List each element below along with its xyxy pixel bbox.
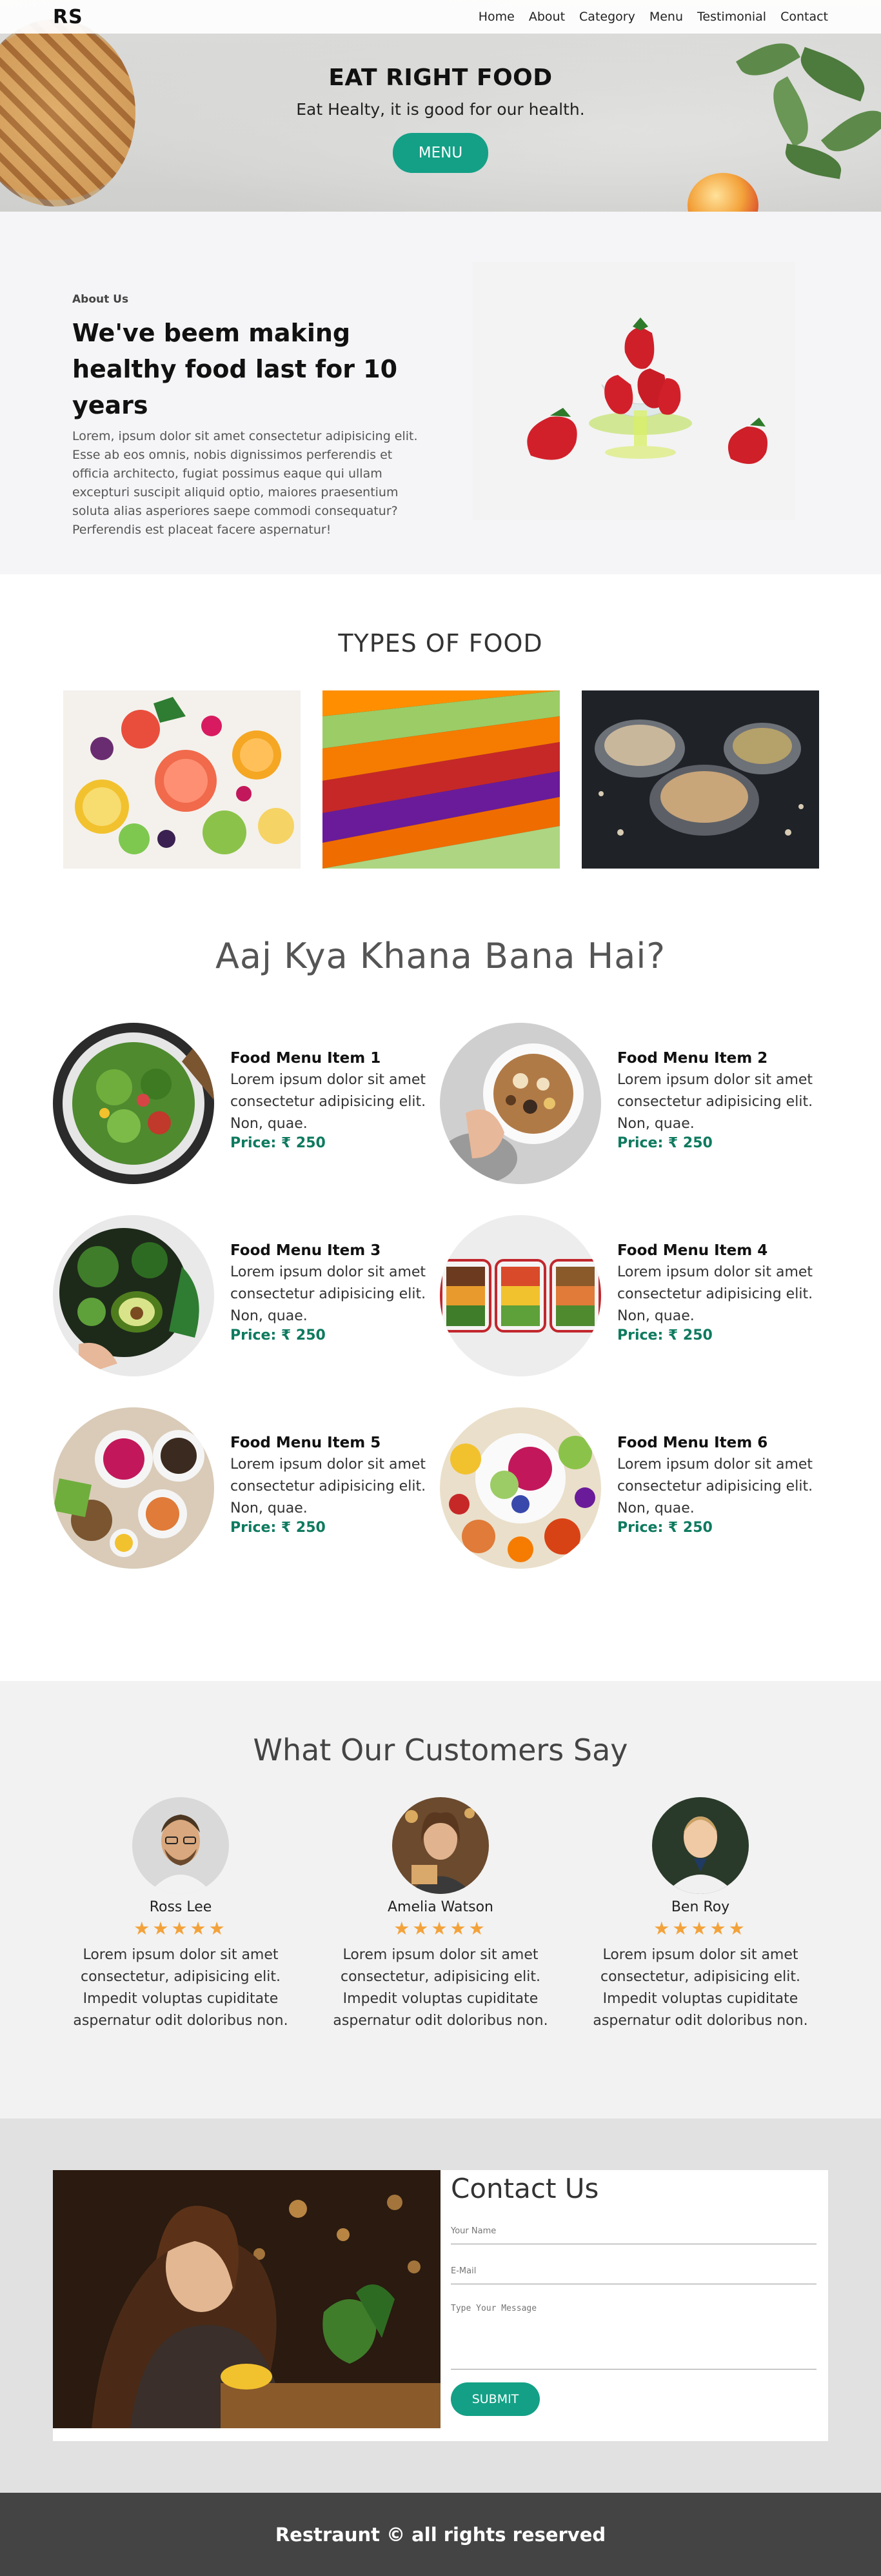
- avatar: [392, 1797, 489, 1894]
- menu-item-image: [53, 1407, 214, 1569]
- contact-card: Contact Us SUBMIT: [53, 2170, 828, 2441]
- types-section: TYPES OF FOOD: [0, 574, 881, 926]
- rating-stars: ★★★★★: [653, 1918, 747, 1939]
- top-navbar: RS Home About Category Menu Testimonial …: [0, 0, 881, 34]
- menu-item-price: Price: ₹ 250: [230, 1327, 326, 1343]
- nav-link-about[interactable]: About: [529, 10, 565, 24]
- menu-item-name: Food Menu Item 6: [617, 1434, 768, 1451]
- menu-item[interactable]: Food Menu Item 2 Lorem ipsum dolor sit a…: [440, 1023, 827, 1184]
- menu-item-image: [440, 1023, 601, 1184]
- message-field[interactable]: [451, 2299, 817, 2370]
- menu-item-info: Food Menu Item 6 Lorem ipsum dolor sit a…: [617, 1434, 824, 1536]
- testimonial-text: Lorem ipsum dolor sit amet consectetur, …: [333, 1947, 548, 2029]
- menu-item-image: [440, 1407, 601, 1569]
- nav-link-contact[interactable]: Contact: [780, 10, 828, 24]
- menu-item-name: Food Menu Item 2: [617, 1050, 768, 1067]
- menu-item-desc: Lorem ipsum dolor sit amet consectetur a…: [617, 1456, 813, 1516]
- testimonial-section: What Our Customers Say Ross Lee ★★★★★ Lo…: [0, 1681, 881, 2118]
- about-title: We've beem making healthy food last for …: [72, 319, 398, 419]
- vegetable-rows-image: [322, 690, 560, 869]
- contact-heading: Contact Us: [451, 2173, 599, 2204]
- about-text: About Us We've beem making healthy food …: [72, 293, 421, 539]
- testimonial-card: Ben Roy ★★★★★ Lorem ipsum dolor sit amet…: [584, 1797, 817, 2032]
- about-section: About Us We've beem making healthy food …: [0, 212, 881, 574]
- avatar: [652, 1797, 749, 1894]
- menu-item[interactable]: Food Menu Item 3 Lorem ipsum dolor sit a…: [53, 1215, 440, 1376]
- legumes-image: [582, 690, 819, 869]
- contact-section: Contact Us SUBMIT: [0, 2118, 881, 2493]
- footer-text: Restraunt © all rights reserved: [275, 2523, 606, 2546]
- about-body: Lorem, ipsum dolor sit amet consectetur …: [72, 429, 418, 537]
- menu-item-price: Price: ₹ 250: [230, 1520, 326, 1536]
- menu-item-info: Food Menu Item 5 Lorem ipsum dolor sit a…: [230, 1434, 437, 1536]
- menu-item-desc: Lorem ipsum dolor sit amet consectetur a…: [230, 1456, 426, 1516]
- hero-subtitle: Eat Healty, it is good for our health.: [296, 100, 585, 119]
- menu-item-name: Food Menu Item 1: [230, 1050, 381, 1067]
- menu-item[interactable]: Food Menu Item 5 Lorem ipsum dolor sit a…: [53, 1407, 440, 1569]
- testimonial-name: Amelia Watson: [387, 1899, 494, 1915]
- email-field[interactable]: [451, 2259, 817, 2284]
- nav-links: Home About Category Menu Testimonial Con…: [479, 10, 828, 24]
- contact-form: Contact Us SUBMIT: [440, 2170, 828, 2441]
- types-gallery: [63, 690, 819, 869]
- footer: Restraunt © all rights reserved: [0, 2493, 881, 2576]
- submit-button[interactable]: SUBMIT: [451, 2382, 540, 2416]
- avatar: [132, 1797, 229, 1894]
- menu-item-info: Food Menu Item 3 Lorem ipsum dolor sit a…: [230, 1242, 437, 1343]
- nav-link-menu[interactable]: Menu: [649, 10, 683, 24]
- menu-item-info: Food Menu Item 2 Lorem ipsum dolor sit a…: [617, 1050, 824, 1151]
- name-field[interactable]: [451, 2219, 817, 2244]
- menu-item[interactable]: Food Menu Item 6 Lorem ipsum dolor sit a…: [440, 1407, 827, 1569]
- menu-item-name: Food Menu Item 4: [617, 1242, 768, 1259]
- menu-item-image: [53, 1023, 214, 1184]
- menu-item[interactable]: Food Menu Item 1 Lorem ipsum dolor sit a…: [53, 1023, 440, 1184]
- menu-item[interactable]: Food Menu Item 4 Lorem ipsum dolor sit a…: [440, 1215, 827, 1376]
- menu-item-image: [440, 1215, 601, 1376]
- strawberry-image: [473, 262, 795, 520]
- menu-item-desc: Lorem ipsum dolor sit amet consectetur a…: [230, 1072, 426, 1132]
- menu-heading: Aaj Kya Khana Bana Hai?: [215, 936, 666, 976]
- testimonial-name: Ross Lee: [149, 1899, 212, 1915]
- nav-link-home[interactable]: Home: [479, 10, 515, 24]
- hero-content: EAT RIGHT FOOD Eat Healty, it is good fo…: [0, 65, 881, 173]
- testimonial-row: Ross Lee ★★★★★ Lorem ipsum dolor sit ame…: [64, 1797, 817, 2032]
- testimonial-text: Lorem ipsum dolor sit amet consectetur, …: [73, 1947, 288, 2029]
- logo[interactable]: RS: [53, 6, 83, 28]
- about-tag: About Us: [72, 293, 129, 306]
- rating-stars: ★★★★★: [393, 1918, 488, 1939]
- types-heading: TYPES OF FOOD: [338, 629, 543, 658]
- testimonial-heading: What Our Customers Say: [253, 1733, 628, 1767]
- menu-item-desc: Lorem ipsum dolor sit amet consectetur a…: [617, 1072, 813, 1132]
- nav-link-category[interactable]: Category: [579, 10, 635, 24]
- testimonial-card: Amelia Watson ★★★★★ Lorem ipsum dolor si…: [324, 1797, 557, 2032]
- menu-button[interactable]: MENU: [393, 133, 488, 173]
- testimonial-name: Ben Roy: [671, 1899, 730, 1915]
- hero-title: EAT RIGHT FOOD: [328, 65, 553, 91]
- menu-item-desc: Lorem ipsum dolor sit amet consectetur a…: [617, 1264, 813, 1324]
- menu-item-info: Food Menu Item 1 Lorem ipsum dolor sit a…: [230, 1050, 437, 1151]
- rating-stars: ★★★★★: [134, 1918, 228, 1939]
- nav-link-testimonial[interactable]: Testimonial: [697, 10, 766, 24]
- menu-item-name: Food Menu Item 3: [230, 1242, 381, 1259]
- menu-item-info: Food Menu Item 4 Lorem ipsum dolor sit a…: [617, 1242, 824, 1343]
- menu-item-image: [53, 1215, 214, 1376]
- testimonial-card: Ross Lee ★★★★★ Lorem ipsum dolor sit ame…: [64, 1797, 297, 2032]
- menu-item-price: Price: ₹ 250: [617, 1520, 713, 1536]
- woman-eating-image: [53, 2170, 440, 2428]
- menu-item-price: Price: ₹ 250: [230, 1135, 326, 1151]
- fruit-platter-image: [63, 690, 301, 869]
- testimonial-text: Lorem ipsum dolor sit amet consectetur, …: [593, 1947, 808, 2029]
- menu-item-price: Price: ₹ 250: [617, 1327, 713, 1343]
- menu-item-desc: Lorem ipsum dolor sit amet consectetur a…: [230, 1264, 426, 1324]
- menu-item-name: Food Menu Item 5: [230, 1434, 381, 1451]
- menu-item-price: Price: ₹ 250: [617, 1135, 713, 1151]
- menu-section: Aaj Kya Khana Bana Hai? Food Menu Item 1…: [0, 926, 881, 1681]
